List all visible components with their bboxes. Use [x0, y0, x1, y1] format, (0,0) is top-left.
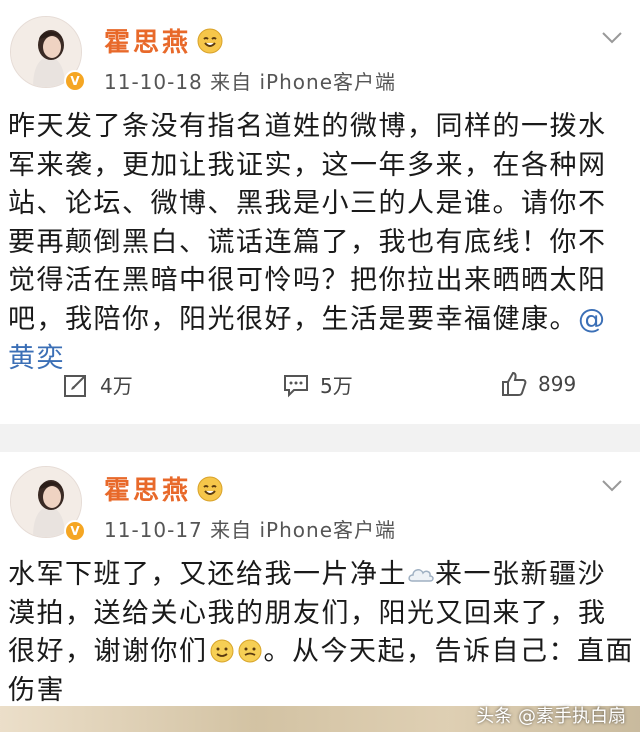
cloud-icon — [408, 569, 434, 582]
like-button[interactable]: 899 — [500, 370, 576, 398]
weibo-post: V 霍思燕 11-10-17 来自 iPhone客户端 水军下班了，又还给我一片… — [0, 452, 640, 732]
avatar[interactable]: V — [10, 16, 86, 92]
post-text-part1: 水军下班了，又还给我一片净土 — [8, 559, 407, 590]
repost-icon — [64, 374, 86, 397]
repost-button[interactable]: 4万 — [62, 370, 133, 399]
user-name[interactable]: 霍思燕 — [104, 470, 191, 507]
smiley-emoji-icon — [238, 639, 261, 663]
smile-emoji-icon — [197, 28, 223, 53]
user-name[interactable]: 霍思燕 — [104, 22, 191, 59]
post-content: 水军下班了，又还给我一片净土 来一张新疆沙漠拍，送给关心我的朋友们，阳光又回来了… — [8, 556, 634, 710]
smiley-emoji-icon — [210, 639, 233, 663]
like-count: 899 — [538, 372, 577, 396]
post-content: 昨天发了条没有指名道姓的微博，同样的一拨水军来袭，更加让我证实，这一年多来，在各… — [8, 108, 634, 378]
avatar[interactable]: V — [10, 466, 86, 542]
comment-count: 5万 — [320, 374, 353, 398]
post-text: 昨天发了条没有指名道姓的微博，同样的一拨水军来袭，更加让我证实，这一年多来，在各… — [8, 111, 607, 335]
post-meta: 11-10-17 来自 iPhone客户端 — [104, 518, 397, 542]
comment-icon — [284, 374, 308, 397]
chevron-down-icon[interactable] — [600, 30, 624, 46]
weibo-post: V 霍思燕 11-10-18 来自 iPhone客户端 昨天发了条没有指名道姓的… — [0, 0, 640, 424]
thumbs-up-icon — [502, 371, 527, 396]
post-meta: 11-10-18 来自 iPhone客户端 — [104, 70, 397, 94]
repost-count: 4万 — [100, 374, 133, 398]
post-separator — [0, 424, 640, 452]
verified-badge-icon: V — [64, 70, 86, 92]
watermark: 头条 @素手执白扇 — [476, 706, 626, 727]
verified-badge-icon: V — [64, 520, 86, 542]
action-bar: 4万 5万 899 — [0, 370, 640, 406]
comment-button[interactable]: 5万 — [282, 370, 353, 399]
chevron-down-icon[interactable] — [600, 478, 624, 494]
smile-emoji-icon — [197, 476, 223, 501]
